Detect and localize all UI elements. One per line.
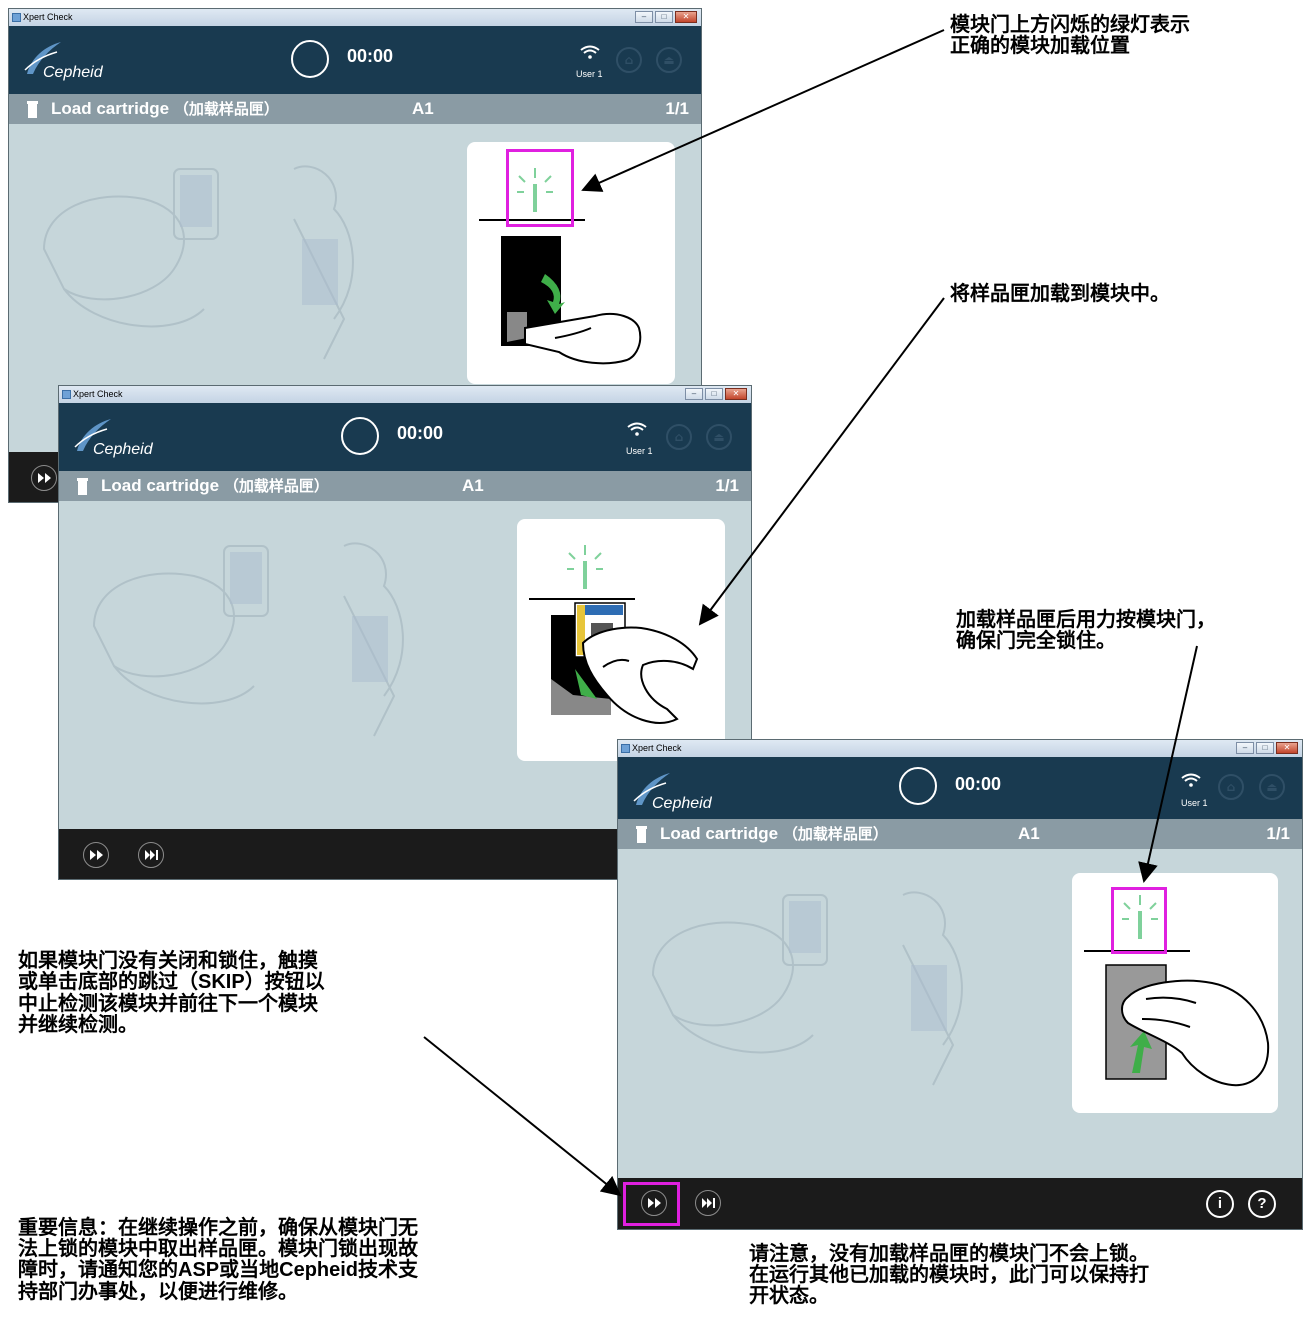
- callout-arrows: [423, 29, 1198, 1197]
- arrow-to-load-cartridge: [698, 297, 945, 626]
- arrow-to-indicator-light: [581, 29, 945, 192]
- arrow-to-press-door: [1138, 645, 1198, 883]
- arrow-to-skip-button: [423, 1036, 622, 1197]
